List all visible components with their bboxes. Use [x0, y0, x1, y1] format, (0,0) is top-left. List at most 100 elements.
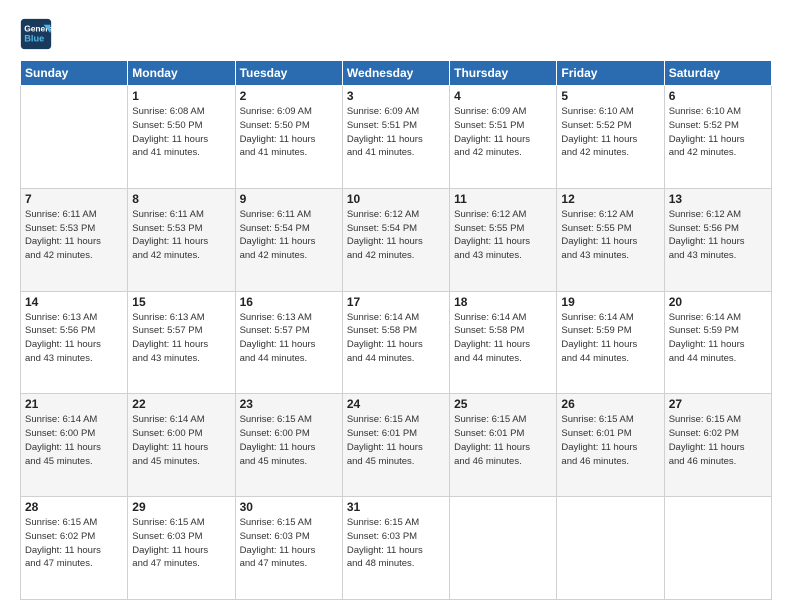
calendar-cell: 16 Sunrise: 6:13 AM Sunset: 5:57 PM Dayli…	[235, 291, 342, 394]
day-number: 27	[669, 397, 767, 411]
day-info: Sunrise: 6:15 AM Sunset: 6:03 PM Dayligh…	[132, 516, 230, 571]
day-info: Sunrise: 6:09 AM Sunset: 5:51 PM Dayligh…	[347, 105, 445, 160]
calendar-cell: 14 Sunrise: 6:13 AM Sunset: 5:56 PM Dayli…	[21, 291, 128, 394]
week-row-4: 21 Sunrise: 6:14 AM Sunset: 6:00 PM Dayli…	[21, 394, 772, 497]
calendar-cell: 7 Sunrise: 6:11 AM Sunset: 5:53 PM Daylig…	[21, 188, 128, 291]
weekday-header-tuesday: Tuesday	[235, 61, 342, 86]
calendar-cell: 29 Sunrise: 6:15 AM Sunset: 6:03 PM Dayli…	[128, 497, 235, 600]
day-number: 29	[132, 500, 230, 514]
day-info: Sunrise: 6:13 AM Sunset: 5:57 PM Dayligh…	[240, 311, 338, 366]
calendar-cell	[557, 497, 664, 600]
logo: General Blue	[20, 18, 56, 50]
calendar-cell: 4 Sunrise: 6:09 AM Sunset: 5:51 PM Daylig…	[450, 86, 557, 189]
calendar-cell: 1 Sunrise: 6:08 AM Sunset: 5:50 PM Daylig…	[128, 86, 235, 189]
calendar-table: SundayMondayTuesdayWednesdayThursdayFrid…	[20, 60, 772, 600]
day-number: 24	[347, 397, 445, 411]
day-number: 21	[25, 397, 123, 411]
calendar-cell: 22 Sunrise: 6:14 AM Sunset: 6:00 PM Dayli…	[128, 394, 235, 497]
day-number: 8	[132, 192, 230, 206]
day-info: Sunrise: 6:10 AM Sunset: 5:52 PM Dayligh…	[669, 105, 767, 160]
day-number: 17	[347, 295, 445, 309]
day-number: 14	[25, 295, 123, 309]
calendar-cell: 30 Sunrise: 6:15 AM Sunset: 6:03 PM Dayli…	[235, 497, 342, 600]
calendar-cell	[450, 497, 557, 600]
day-info: Sunrise: 6:09 AM Sunset: 5:51 PM Dayligh…	[454, 105, 552, 160]
week-row-1: 1 Sunrise: 6:08 AM Sunset: 5:50 PM Daylig…	[21, 86, 772, 189]
calendar-cell: 15Sunrise: 6:13 AM Sunset: 5:57 PM Dayli…	[128, 291, 235, 394]
calendar-cell: 9Sunrise: 6:11 AM Sunset: 5:54 PM Daylig…	[235, 188, 342, 291]
day-info: Sunrise: 6:14 AM Sunset: 5:59 PM Dayligh…	[561, 311, 659, 366]
day-number: 5	[561, 89, 659, 103]
calendar-cell: 17 Sunrise: 6:14 AM Sunset: 5:58 PM Dayli…	[342, 291, 449, 394]
calendar-cell: 27 Sunrise: 6:15 AM Sunset: 6:02 PM Dayli…	[664, 394, 771, 497]
calendar-cell: 20 Sunrise: 6:14 AM Sunset: 5:59 PM Dayli…	[664, 291, 771, 394]
day-info: Sunrise: 6:12 AM Sunset: 5:54 PM Dayligh…	[347, 208, 445, 263]
calendar-cell: 28Sunrise: 6:15 AM Sunset: 6:02 PM Dayli…	[21, 497, 128, 600]
day-info: Sunrise: 6:14 AM Sunset: 5:58 PM Dayligh…	[347, 311, 445, 366]
week-row-3: 14 Sunrise: 6:13 AM Sunset: 5:56 PM Dayli…	[21, 291, 772, 394]
day-info: Sunrise: 6:15 AM Sunset: 6:01 PM Dayligh…	[347, 413, 445, 468]
week-row-5: 28Sunrise: 6:15 AM Sunset: 6:02 PM Dayli…	[21, 497, 772, 600]
day-info: Sunrise: 6:11 AM Sunset: 5:53 PM Dayligh…	[25, 208, 123, 263]
calendar-cell: 2 Sunrise: 6:09 AM Sunset: 5:50 PM Daylig…	[235, 86, 342, 189]
day-info: Sunrise: 6:10 AM Sunset: 5:52 PM Dayligh…	[561, 105, 659, 160]
calendar-cell: 3Sunrise: 6:09 AM Sunset: 5:51 PM Daylig…	[342, 86, 449, 189]
calendar-cell: 26 Sunrise: 6:15 AM Sunset: 6:01 PM Dayli…	[557, 394, 664, 497]
calendar-cell	[664, 497, 771, 600]
day-number: 1	[132, 89, 230, 103]
calendar-cell: 21Sunrise: 6:14 AM Sunset: 6:00 PM Dayli…	[21, 394, 128, 497]
day-number: 6	[669, 89, 767, 103]
day-number: 25	[454, 397, 552, 411]
day-info: Sunrise: 6:15 AM Sunset: 6:03 PM Dayligh…	[347, 516, 445, 571]
calendar-cell: 24 Sunrise: 6:15 AM Sunset: 6:01 PM Dayli…	[342, 394, 449, 497]
calendar-cell: 10 Sunrise: 6:12 AM Sunset: 5:54 PM Dayli…	[342, 188, 449, 291]
day-info: Sunrise: 6:12 AM Sunset: 5:55 PM Dayligh…	[561, 208, 659, 263]
day-number: 10	[347, 192, 445, 206]
weekday-header-monday: Monday	[128, 61, 235, 86]
page: General Blue SundayMondayTuesdayWednesda…	[0, 0, 792, 612]
calendar-cell: 23 Sunrise: 6:15 AM Sunset: 6:00 PM Dayli…	[235, 394, 342, 497]
day-info: Sunrise: 6:13 AM Sunset: 5:56 PM Dayligh…	[25, 311, 123, 366]
day-number: 20	[669, 295, 767, 309]
weekday-header-friday: Friday	[557, 61, 664, 86]
day-number: 7	[25, 192, 123, 206]
day-info: Sunrise: 6:13 AM Sunset: 5:57 PM Dayligh…	[132, 311, 230, 366]
week-row-2: 7 Sunrise: 6:11 AM Sunset: 5:53 PM Daylig…	[21, 188, 772, 291]
day-info: Sunrise: 6:14 AM Sunset: 5:58 PM Dayligh…	[454, 311, 552, 366]
day-info: Sunrise: 6:14 AM Sunset: 5:59 PM Dayligh…	[669, 311, 767, 366]
day-info: Sunrise: 6:11 AM Sunset: 5:54 PM Dayligh…	[240, 208, 338, 263]
day-info: Sunrise: 6:14 AM Sunset: 6:00 PM Dayligh…	[132, 413, 230, 468]
day-info: Sunrise: 6:15 AM Sunset: 6:01 PM Dayligh…	[561, 413, 659, 468]
day-info: Sunrise: 6:08 AM Sunset: 5:50 PM Dayligh…	[132, 105, 230, 160]
day-info: Sunrise: 6:15 AM Sunset: 6:01 PM Dayligh…	[454, 413, 552, 468]
calendar-cell: 11Sunrise: 6:12 AM Sunset: 5:55 PM Dayli…	[450, 188, 557, 291]
day-number: 26	[561, 397, 659, 411]
weekday-header-wednesday: Wednesday	[342, 61, 449, 86]
day-info: Sunrise: 6:15 AM Sunset: 6:00 PM Dayligh…	[240, 413, 338, 468]
day-number: 2	[240, 89, 338, 103]
calendar-cell: 25 Sunrise: 6:15 AM Sunset: 6:01 PM Dayli…	[450, 394, 557, 497]
day-number: 18	[454, 295, 552, 309]
day-number: 4	[454, 89, 552, 103]
day-number: 23	[240, 397, 338, 411]
calendar-cell	[21, 86, 128, 189]
day-number: 30	[240, 500, 338, 514]
day-number: 12	[561, 192, 659, 206]
day-number: 19	[561, 295, 659, 309]
day-info: Sunrise: 6:09 AM Sunset: 5:50 PM Dayligh…	[240, 105, 338, 160]
day-info: Sunrise: 6:15 AM Sunset: 6:03 PM Dayligh…	[240, 516, 338, 571]
day-number: 16	[240, 295, 338, 309]
calendar-cell: 31Sunrise: 6:15 AM Sunset: 6:03 PM Dayli…	[342, 497, 449, 600]
day-info: Sunrise: 6:15 AM Sunset: 6:02 PM Dayligh…	[669, 413, 767, 468]
day-number: 28	[25, 500, 123, 514]
day-number: 22	[132, 397, 230, 411]
day-info: Sunrise: 6:12 AM Sunset: 5:55 PM Dayligh…	[454, 208, 552, 263]
weekday-header-thursday: Thursday	[450, 61, 557, 86]
calendar-cell: 18 Sunrise: 6:14 AM Sunset: 5:58 PM Dayli…	[450, 291, 557, 394]
header: General Blue	[20, 18, 772, 50]
calendar-cell: 12 Sunrise: 6:12 AM Sunset: 5:55 PM Dayli…	[557, 188, 664, 291]
weekday-header-sunday: Sunday	[21, 61, 128, 86]
weekday-header-row: SundayMondayTuesdayWednesdayThursdayFrid…	[21, 61, 772, 86]
calendar-cell: 6 Sunrise: 6:10 AM Sunset: 5:52 PM Daylig…	[664, 86, 771, 189]
weekday-header-saturday: Saturday	[664, 61, 771, 86]
